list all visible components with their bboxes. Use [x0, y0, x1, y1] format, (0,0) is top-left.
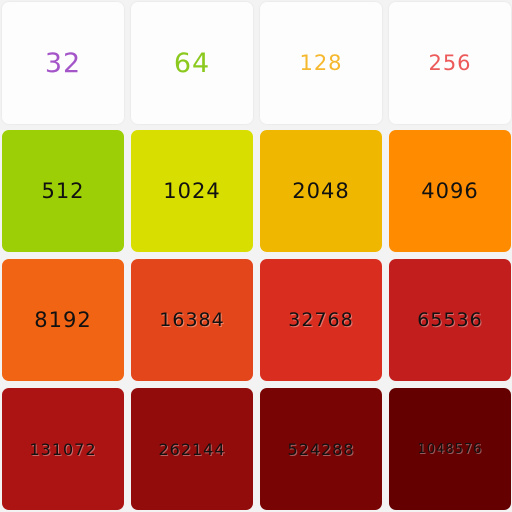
tile-16384: 16384	[131, 259, 253, 381]
tile-value: 32768	[288, 309, 354, 331]
tile-1024: 1024	[131, 130, 253, 252]
tile-32: 32	[2, 2, 124, 124]
tile-512: 512	[2, 130, 124, 252]
tile-64: 64	[131, 2, 253, 124]
tile-32768: 32768	[260, 259, 382, 381]
tile-value: 16384	[159, 309, 225, 331]
tile-value: 1048576	[417, 441, 483, 457]
tile-2048: 2048	[260, 130, 382, 252]
tile-value: 64	[173, 47, 211, 79]
tile-8192: 8192	[2, 259, 124, 381]
tile-128: 128	[260, 2, 382, 124]
tile-value: 4096	[421, 179, 479, 203]
tile-262144: 262144	[131, 388, 253, 510]
tile-524288: 524288	[260, 388, 382, 510]
tile-65536: 65536	[389, 259, 511, 381]
tile-value: 65536	[417, 309, 483, 331]
tile-131072: 131072	[2, 388, 124, 510]
tile-1048576: 1048576	[389, 388, 511, 510]
tile-value: 32	[44, 47, 82, 79]
tile-value: 1024	[163, 179, 221, 203]
game-board: 32 64 128 256 512 1024 2048 4096 8192 16…	[0, 0, 512, 512]
tile-value: 131072	[29, 439, 97, 459]
tile-value: 2048	[292, 179, 350, 203]
tile-value: 262144	[158, 439, 226, 459]
tile-value: 524288	[287, 439, 355, 459]
tile-256: 256	[389, 2, 511, 124]
tile-value: 128	[299, 51, 343, 75]
tile-value: 8192	[34, 308, 92, 332]
tile-value: 512	[41, 179, 85, 203]
tile-value: 256	[428, 51, 472, 75]
tile-4096: 4096	[389, 130, 511, 252]
